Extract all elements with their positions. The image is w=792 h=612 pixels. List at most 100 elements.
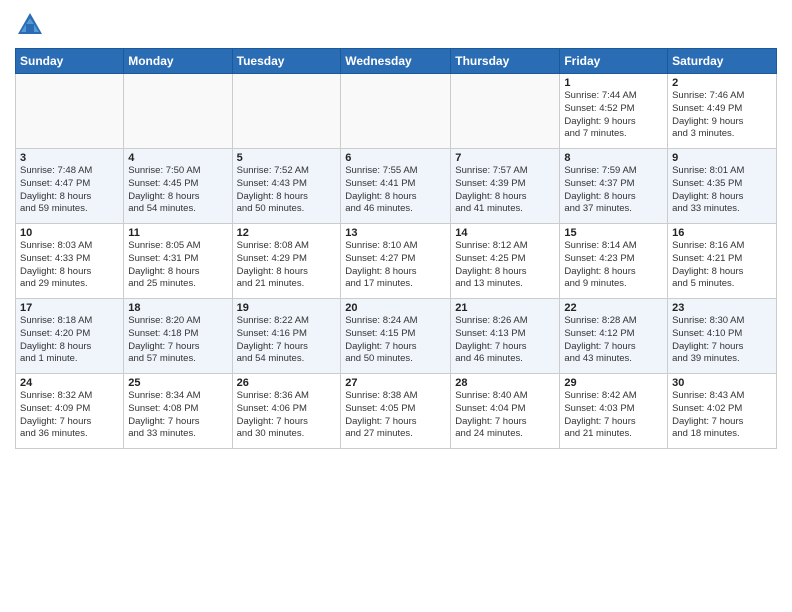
day-number: 17	[20, 302, 119, 314]
day-number: 15	[564, 227, 663, 239]
day-info: Sunrise: 7:57 AM Sunset: 4:39 PM Dayligh…	[455, 165, 555, 216]
weekday-header-tuesday: Tuesday	[232, 49, 341, 74]
calendar-cell: 22Sunrise: 8:28 AM Sunset: 4:12 PM Dayli…	[560, 299, 668, 374]
calendar-cell: 9Sunrise: 8:01 AM Sunset: 4:35 PM Daylig…	[668, 149, 777, 224]
day-number: 10	[20, 227, 119, 239]
calendar-cell	[451, 74, 560, 149]
day-info: Sunrise: 7:59 AM Sunset: 4:37 PM Dayligh…	[564, 165, 663, 216]
day-number: 26	[237, 377, 337, 389]
weekday-header-row: SundayMondayTuesdayWednesdayThursdayFrid…	[16, 49, 777, 74]
day-number: 9	[672, 152, 772, 164]
weekday-header-thursday: Thursday	[451, 49, 560, 74]
day-number: 21	[455, 302, 555, 314]
day-info: Sunrise: 8:30 AM Sunset: 4:10 PM Dayligh…	[672, 315, 772, 366]
calendar-cell: 10Sunrise: 8:03 AM Sunset: 4:33 PM Dayli…	[16, 224, 124, 299]
day-number: 5	[237, 152, 337, 164]
day-number: 1	[564, 77, 663, 89]
day-info: Sunrise: 8:36 AM Sunset: 4:06 PM Dayligh…	[237, 390, 337, 441]
calendar-cell: 15Sunrise: 8:14 AM Sunset: 4:23 PM Dayli…	[560, 224, 668, 299]
day-number: 12	[237, 227, 337, 239]
calendar-cell: 13Sunrise: 8:10 AM Sunset: 4:27 PM Dayli…	[341, 224, 451, 299]
calendar-cell: 6Sunrise: 7:55 AM Sunset: 4:41 PM Daylig…	[341, 149, 451, 224]
day-info: Sunrise: 7:48 AM Sunset: 4:47 PM Dayligh…	[20, 165, 119, 216]
day-number: 13	[345, 227, 446, 239]
day-info: Sunrise: 8:26 AM Sunset: 4:13 PM Dayligh…	[455, 315, 555, 366]
day-info: Sunrise: 7:55 AM Sunset: 4:41 PM Dayligh…	[345, 165, 446, 216]
calendar-cell: 21Sunrise: 8:26 AM Sunset: 4:13 PM Dayli…	[451, 299, 560, 374]
calendar-cell: 4Sunrise: 7:50 AM Sunset: 4:45 PM Daylig…	[124, 149, 232, 224]
day-info: Sunrise: 8:38 AM Sunset: 4:05 PM Dayligh…	[345, 390, 446, 441]
weekday-header-wednesday: Wednesday	[341, 49, 451, 74]
calendar-cell: 16Sunrise: 8:16 AM Sunset: 4:21 PM Dayli…	[668, 224, 777, 299]
day-info: Sunrise: 8:16 AM Sunset: 4:21 PM Dayligh…	[672, 240, 772, 291]
day-number: 18	[128, 302, 227, 314]
calendar-cell: 25Sunrise: 8:34 AM Sunset: 4:08 PM Dayli…	[124, 374, 232, 449]
day-info: Sunrise: 8:34 AM Sunset: 4:08 PM Dayligh…	[128, 390, 227, 441]
logo-icon	[15, 10, 45, 40]
weekday-header-saturday: Saturday	[668, 49, 777, 74]
calendar-cell	[341, 74, 451, 149]
page-container: SundayMondayTuesdayWednesdayThursdayFrid…	[0, 0, 792, 454]
day-info: Sunrise: 8:20 AM Sunset: 4:18 PM Dayligh…	[128, 315, 227, 366]
weekday-header-sunday: Sunday	[16, 49, 124, 74]
day-number: 7	[455, 152, 555, 164]
day-info: Sunrise: 8:12 AM Sunset: 4:25 PM Dayligh…	[455, 240, 555, 291]
calendar-cell	[124, 74, 232, 149]
day-info: Sunrise: 7:50 AM Sunset: 4:45 PM Dayligh…	[128, 165, 227, 216]
calendar-cell	[232, 74, 341, 149]
calendar-cell: 18Sunrise: 8:20 AM Sunset: 4:18 PM Dayli…	[124, 299, 232, 374]
day-number: 3	[20, 152, 119, 164]
day-info: Sunrise: 8:22 AM Sunset: 4:16 PM Dayligh…	[237, 315, 337, 366]
day-info: Sunrise: 8:08 AM Sunset: 4:29 PM Dayligh…	[237, 240, 337, 291]
day-info: Sunrise: 8:01 AM Sunset: 4:35 PM Dayligh…	[672, 165, 772, 216]
calendar-cell: 26Sunrise: 8:36 AM Sunset: 4:06 PM Dayli…	[232, 374, 341, 449]
day-number: 11	[128, 227, 227, 239]
calendar-cell: 24Sunrise: 8:32 AM Sunset: 4:09 PM Dayli…	[16, 374, 124, 449]
day-info: Sunrise: 8:14 AM Sunset: 4:23 PM Dayligh…	[564, 240, 663, 291]
day-info: Sunrise: 7:46 AM Sunset: 4:49 PM Dayligh…	[672, 90, 772, 141]
day-number: 28	[455, 377, 555, 389]
day-info: Sunrise: 8:40 AM Sunset: 4:04 PM Dayligh…	[455, 390, 555, 441]
calendar-cell: 7Sunrise: 7:57 AM Sunset: 4:39 PM Daylig…	[451, 149, 560, 224]
day-info: Sunrise: 8:32 AM Sunset: 4:09 PM Dayligh…	[20, 390, 119, 441]
calendar-cell: 17Sunrise: 8:18 AM Sunset: 4:20 PM Dayli…	[16, 299, 124, 374]
calendar-week-row: 10Sunrise: 8:03 AM Sunset: 4:33 PM Dayli…	[16, 224, 777, 299]
calendar-cell: 30Sunrise: 8:43 AM Sunset: 4:02 PM Dayli…	[668, 374, 777, 449]
calendar-table: SundayMondayTuesdayWednesdayThursdayFrid…	[15, 48, 777, 449]
day-info: Sunrise: 8:24 AM Sunset: 4:15 PM Dayligh…	[345, 315, 446, 366]
calendar-cell: 5Sunrise: 7:52 AM Sunset: 4:43 PM Daylig…	[232, 149, 341, 224]
calendar-cell: 19Sunrise: 8:22 AM Sunset: 4:16 PM Dayli…	[232, 299, 341, 374]
day-info: Sunrise: 8:28 AM Sunset: 4:12 PM Dayligh…	[564, 315, 663, 366]
day-info: Sunrise: 8:05 AM Sunset: 4:31 PM Dayligh…	[128, 240, 227, 291]
day-number: 2	[672, 77, 772, 89]
day-info: Sunrise: 8:42 AM Sunset: 4:03 PM Dayligh…	[564, 390, 663, 441]
logo	[15, 10, 49, 40]
day-info: Sunrise: 8:18 AM Sunset: 4:20 PM Dayligh…	[20, 315, 119, 366]
calendar-cell	[16, 74, 124, 149]
day-number: 19	[237, 302, 337, 314]
calendar-cell: 12Sunrise: 8:08 AM Sunset: 4:29 PM Dayli…	[232, 224, 341, 299]
calendar-cell: 1Sunrise: 7:44 AM Sunset: 4:52 PM Daylig…	[560, 74, 668, 149]
day-number: 14	[455, 227, 555, 239]
day-number: 8	[564, 152, 663, 164]
calendar-cell: 28Sunrise: 8:40 AM Sunset: 4:04 PM Dayli…	[451, 374, 560, 449]
day-number: 25	[128, 377, 227, 389]
calendar-week-row: 24Sunrise: 8:32 AM Sunset: 4:09 PM Dayli…	[16, 374, 777, 449]
day-number: 23	[672, 302, 772, 314]
day-number: 4	[128, 152, 227, 164]
calendar-cell: 23Sunrise: 8:30 AM Sunset: 4:10 PM Dayli…	[668, 299, 777, 374]
day-number: 6	[345, 152, 446, 164]
day-info: Sunrise: 8:43 AM Sunset: 4:02 PM Dayligh…	[672, 390, 772, 441]
day-info: Sunrise: 7:44 AM Sunset: 4:52 PM Dayligh…	[564, 90, 663, 141]
calendar-cell: 3Sunrise: 7:48 AM Sunset: 4:47 PM Daylig…	[16, 149, 124, 224]
day-number: 16	[672, 227, 772, 239]
day-number: 29	[564, 377, 663, 389]
calendar-week-row: 1Sunrise: 7:44 AM Sunset: 4:52 PM Daylig…	[16, 74, 777, 149]
day-info: Sunrise: 7:52 AM Sunset: 4:43 PM Dayligh…	[237, 165, 337, 216]
day-number: 20	[345, 302, 446, 314]
day-number: 27	[345, 377, 446, 389]
weekday-header-monday: Monday	[124, 49, 232, 74]
calendar-week-row: 3Sunrise: 7:48 AM Sunset: 4:47 PM Daylig…	[16, 149, 777, 224]
day-number: 22	[564, 302, 663, 314]
day-number: 30	[672, 377, 772, 389]
